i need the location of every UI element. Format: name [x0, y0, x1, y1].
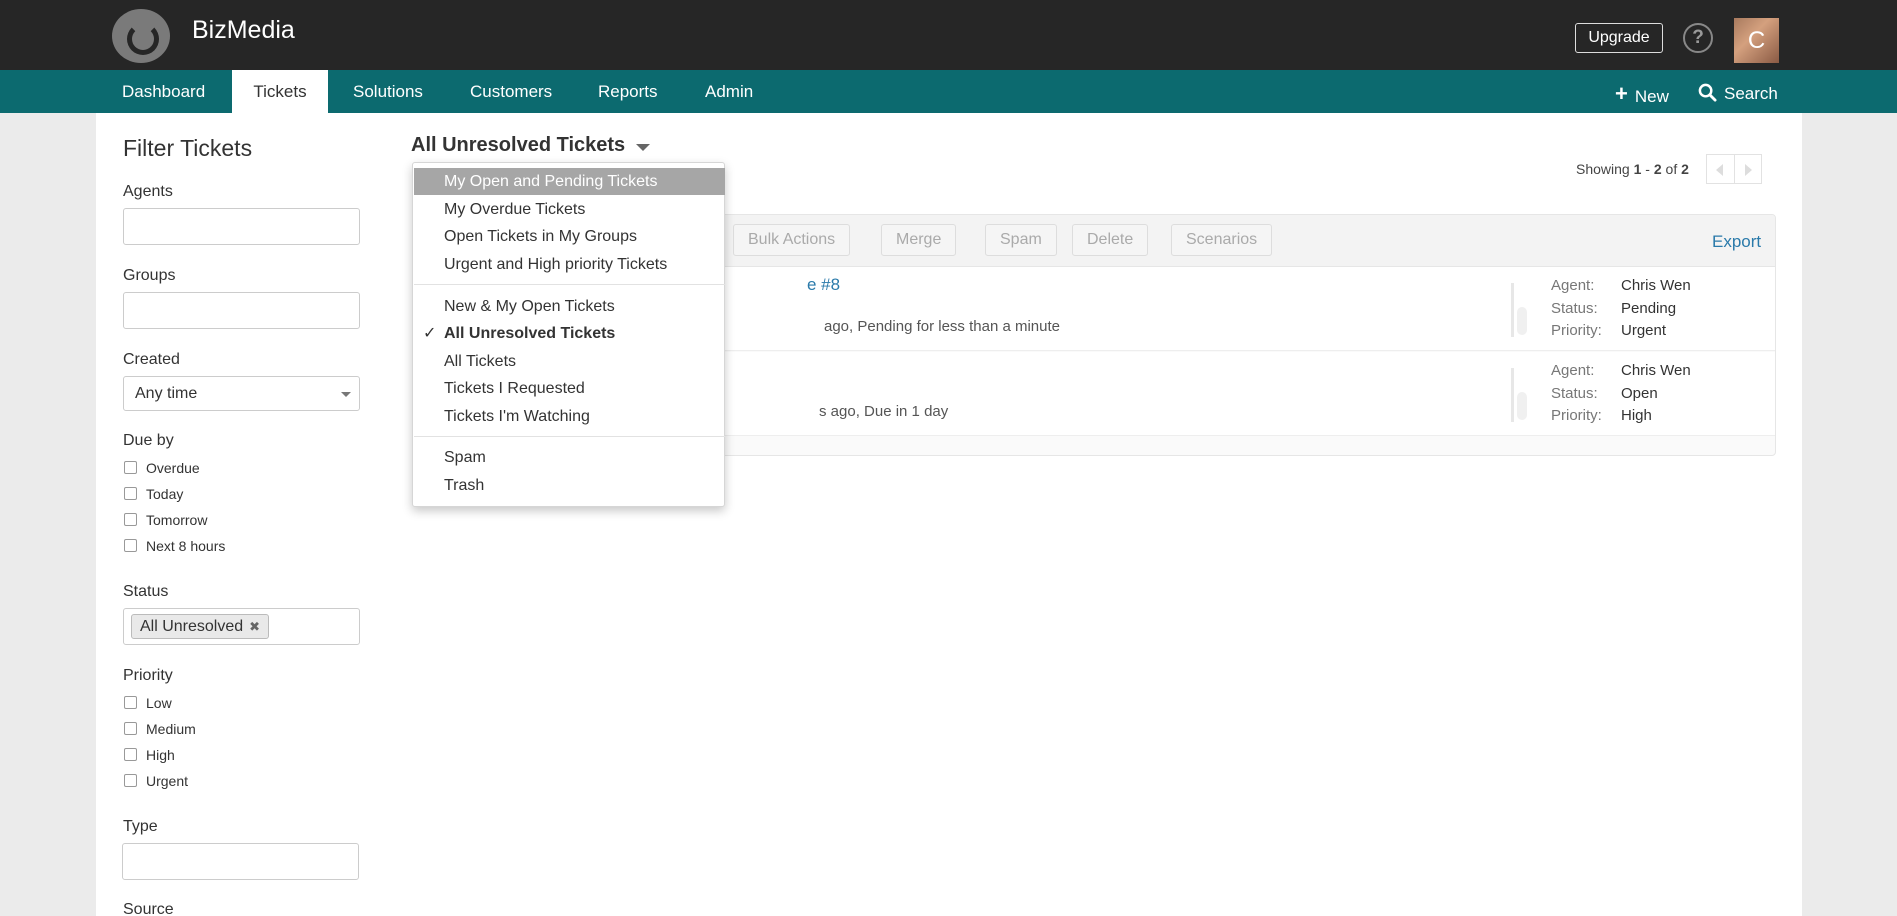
status-key: Status:	[1551, 385, 1598, 402]
agent-avatar	[1511, 283, 1535, 337]
upgrade-button[interactable]: Upgrade	[1575, 23, 1663, 53]
agents-input[interactable]	[123, 208, 360, 245]
main-content: Filter Tickets Agents Groups Created Any…	[96, 113, 1802, 916]
status-multiselect[interactable]: All Unresolved ✖	[123, 608, 360, 645]
ticket-subject[interactable]: e #8	[807, 275, 840, 295]
view-option[interactable]: Urgent and High priority Tickets	[414, 251, 725, 278]
status-value[interactable]: Pending	[1621, 300, 1676, 317]
caret-down-icon[interactable]	[636, 144, 650, 151]
view-option[interactable]: All Tickets	[414, 348, 725, 375]
tab-tickets[interactable]: Tickets	[232, 70, 328, 113]
view-option[interactable]: Trash	[414, 472, 725, 499]
view-option[interactable]: New & My Open Tickets	[414, 293, 725, 320]
due-today-checkbox[interactable]: Today	[124, 486, 183, 502]
priority-key: Priority:	[1551, 407, 1602, 424]
checkbox-box[interactable]	[124, 748, 137, 761]
tab-admin[interactable]: Admin	[684, 70, 774, 113]
priority-label: Priority	[123, 667, 173, 684]
created-select[interactable]: Any time	[123, 376, 360, 411]
tab-reports[interactable]: Reports	[577, 70, 679, 113]
tab-customers[interactable]: Customers	[449, 70, 573, 113]
help-icon[interactable]: ?	[1683, 23, 1713, 53]
priority-high-checkbox[interactable]: High	[124, 747, 175, 763]
checkbox-box[interactable]	[124, 774, 137, 787]
checkbox-box[interactable]	[124, 513, 137, 526]
type-input[interactable]	[122, 843, 359, 880]
priority-low-checkbox[interactable]: Low	[124, 695, 172, 711]
dropdown-divider	[414, 284, 725, 285]
agent-value[interactable]: Chris Wen	[1621, 362, 1691, 379]
checkmark-icon: ✓	[423, 325, 437, 342]
tab-dashboard[interactable]: Dashboard	[101, 70, 226, 113]
export-link[interactable]: Export	[1712, 232, 1761, 252]
ticket-meta: ago, Pending for less than a minute	[824, 318, 1060, 335]
view-option[interactable]: Tickets I Requested	[414, 375, 725, 402]
due-next-8-hours-checkbox[interactable]: Next 8 hours	[124, 538, 225, 554]
agents-label: Agents	[123, 183, 173, 200]
search-icon	[1698, 83, 1717, 102]
remove-chip-icon[interactable]: ✖	[249, 619, 260, 634]
priority-urgent-checkbox[interactable]: Urgent	[124, 773, 188, 789]
checkbox-box[interactable]	[124, 539, 137, 552]
view-option-selected[interactable]: ✓ All Unresolved Tickets	[414, 320, 725, 347]
priority-medium-checkbox[interactable]: Medium	[124, 721, 196, 737]
groups-input[interactable]	[123, 292, 360, 329]
checkbox-box[interactable]	[124, 487, 137, 500]
ticket-meta: s ago, Due in 1 day	[819, 403, 949, 420]
spam-button[interactable]: Spam	[985, 224, 1057, 256]
plus-icon: +	[1615, 81, 1628, 106]
search-button[interactable]: Search	[1698, 70, 1778, 113]
status-value[interactable]: Open	[1621, 385, 1658, 402]
type-label: Type	[123, 818, 158, 835]
status-chip: All Unresolved ✖	[131, 614, 270, 639]
priority-value[interactable]: Urgent	[1621, 322, 1666, 339]
main-nav: Dashboard Tickets Solutions Customers Re…	[0, 70, 1897, 113]
brand-logo-icon[interactable]	[112, 9, 170, 63]
scenarios-button[interactable]: Scenarios	[1171, 224, 1273, 256]
status-label: Status	[123, 583, 169, 600]
priority-key: Priority:	[1551, 322, 1602, 339]
due-by-label: Due by	[123, 432, 174, 449]
source-label: Source	[123, 901, 174, 916]
view-option[interactable]: My Overdue Tickets	[414, 196, 725, 223]
agent-value[interactable]: Chris Wen	[1621, 277, 1691, 294]
due-overdue-checkbox[interactable]: Overdue	[124, 460, 200, 476]
view-option[interactable]: Spam	[414, 444, 725, 471]
top-bar: BizMedia Upgrade ? C	[0, 0, 1897, 70]
new-button[interactable]: + New	[1615, 70, 1669, 113]
filter-title: Filter Tickets	[123, 135, 253, 161]
views-dropdown: My Open and Pending Tickets My Overdue T…	[412, 162, 725, 507]
view-option[interactable]: My Open and Pending Tickets	[414, 168, 725, 195]
groups-label: Groups	[123, 267, 176, 284]
filter-sidebar: Filter Tickets Agents Groups Created Any…	[96, 113, 396, 916]
search-label: Search	[1724, 84, 1778, 103]
next-page-button[interactable]	[1734, 154, 1762, 184]
merge-button[interactable]: Merge	[881, 224, 957, 256]
view-title[interactable]: All Unresolved Tickets	[411, 134, 625, 157]
checkbox-box[interactable]	[124, 461, 137, 474]
status-key: Status:	[1551, 300, 1598, 317]
view-option[interactable]: Tickets I'm Watching	[414, 403, 725, 430]
brand-name: BizMedia	[192, 16, 295, 44]
dropdown-divider	[414, 436, 725, 437]
due-tomorrow-checkbox[interactable]: Tomorrow	[124, 512, 207, 528]
pagination-info: Showing 1 - 2 of 2	[1576, 161, 1689, 177]
new-label: New	[1634, 87, 1669, 106]
bulk-actions-button[interactable]: Bulk Actions	[733, 224, 851, 256]
tab-solutions[interactable]: Solutions	[332, 70, 444, 113]
agent-key: Agent:	[1551, 277, 1595, 294]
checkbox-box[interactable]	[124, 696, 137, 709]
agent-avatar	[1511, 368, 1535, 422]
agent-key: Agent:	[1551, 362, 1595, 379]
view-option[interactable]: Open Tickets in My Groups	[414, 223, 725, 250]
delete-button[interactable]: Delete	[1072, 224, 1149, 256]
checkbox-box[interactable]	[124, 722, 137, 735]
user-avatar[interactable]: C	[1734, 18, 1779, 63]
prev-page-button[interactable]	[1706, 154, 1734, 184]
created-label: Created	[123, 351, 180, 368]
priority-value[interactable]: High	[1621, 407, 1652, 424]
